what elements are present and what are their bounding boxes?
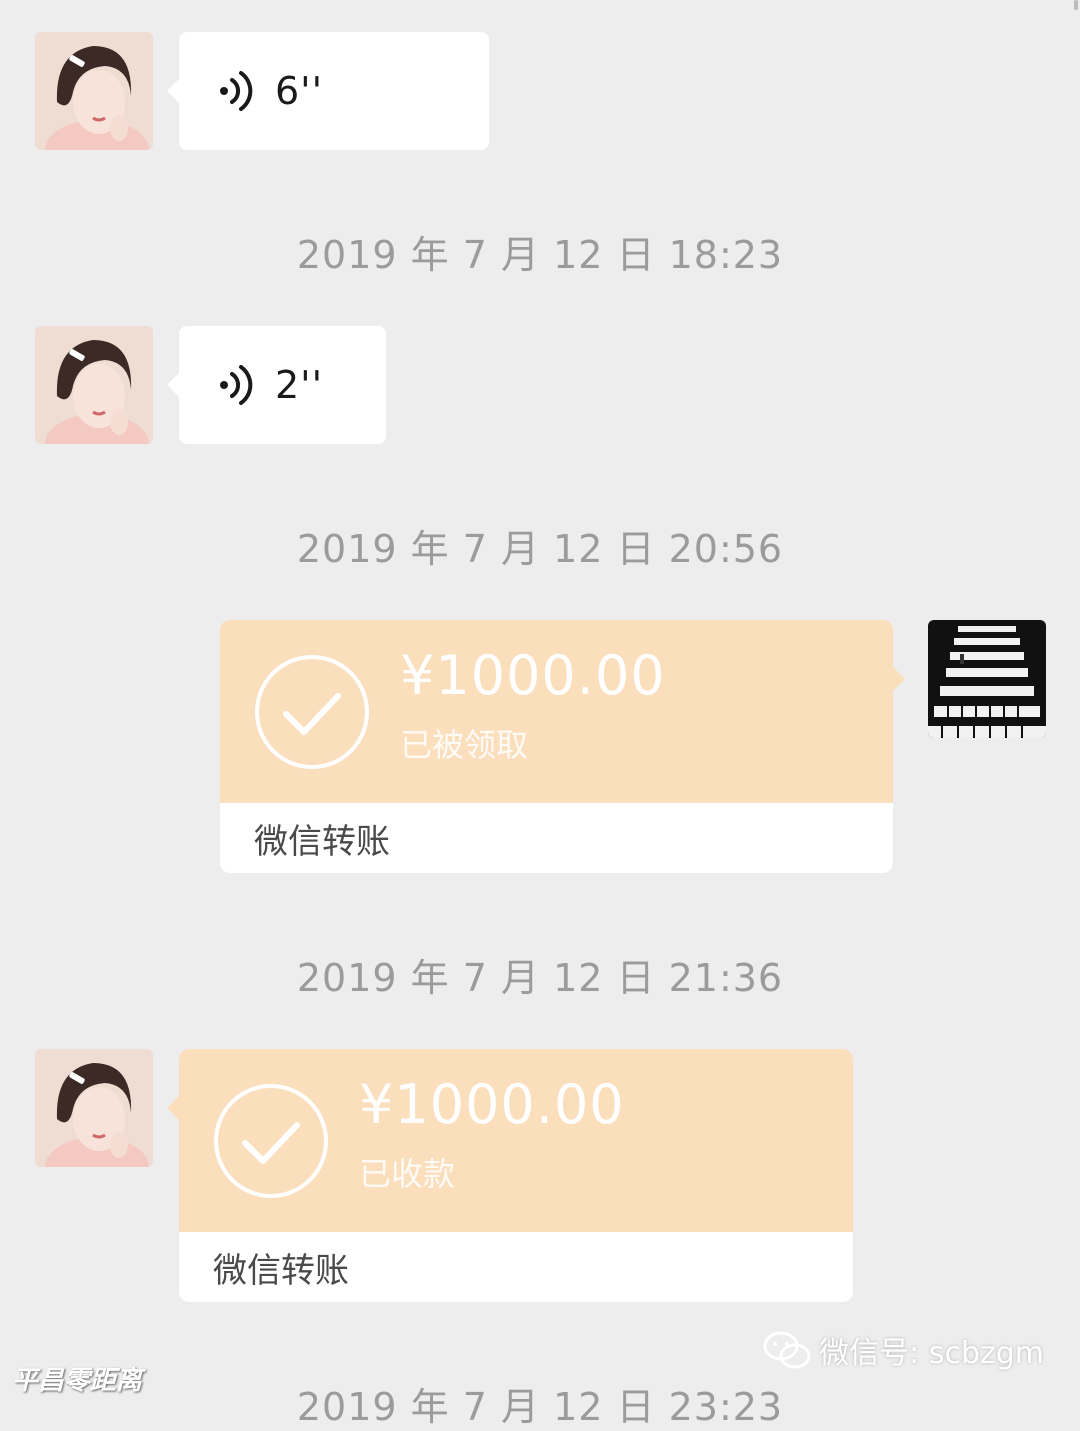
transfer-amount: ¥1000.00 [359, 1073, 625, 1136]
check-circle-icon [255, 655, 369, 769]
watermark-account: 微信号: scbzgm [763, 1328, 1044, 1372]
voice-duration: 6'' [275, 69, 324, 113]
timestamp: 2019 年 7 月 12 日 20:56 [296, 527, 784, 571]
bubble-tail [892, 666, 905, 692]
bubble-tail [167, 372, 180, 398]
timestamp: 2019 年 7 月 12 日 18:23 [296, 233, 784, 277]
contact-avatar[interactable] [35, 1049, 153, 1167]
transfer-amount: ¥1000.00 [400, 644, 666, 707]
voice-duration: 2'' [275, 363, 324, 407]
my-avatar[interactable] [928, 620, 1046, 738]
contact-avatar[interactable] [35, 326, 153, 444]
timestamp: 2019 年 7 月 12 日 21:36 [296, 956, 784, 1000]
watermark-brand: 平昌零距离 [12, 1366, 143, 1396]
voice-message-bubble[interactable]: 6'' [167, 32, 489, 150]
transfer-status: 已被领取 [400, 726, 529, 764]
transfer-card-footer: 微信转账 [220, 803, 893, 873]
check-circle-icon [214, 1084, 328, 1198]
transfer-status: 已收款 [359, 1155, 456, 1193]
transfer-card-footer: 微信转账 [179, 1232, 853, 1302]
voice-wave-icon [220, 71, 253, 111]
transfer-card[interactable]: ¥1000.00 已收款 微信转账 [167, 1049, 853, 1302]
scrollbar[interactable] [1074, 0, 1078, 10]
bubble-tail [167, 78, 180, 104]
transfer-card-body: ¥1000.00 已被领取 [220, 620, 905, 803]
timestamp: 2019 年 7 月 12 日 23:23 [296, 1385, 784, 1429]
voice-wave-icon [220, 365, 253, 405]
transfer-card[interactable]: ¥1000.00 已被领取 微信转账 [220, 620, 905, 873]
contact-avatar[interactable] [35, 32, 153, 150]
voice-message-bubble[interactable]: 2'' [167, 326, 386, 444]
transfer-card-body: ¥1000.00 已收款 [167, 1049, 853, 1232]
watermark-account-text: 微信号: scbzgm [819, 1336, 1044, 1371]
bubble-tail [167, 1095, 180, 1121]
wechat-logo-icon [763, 1331, 811, 1369]
